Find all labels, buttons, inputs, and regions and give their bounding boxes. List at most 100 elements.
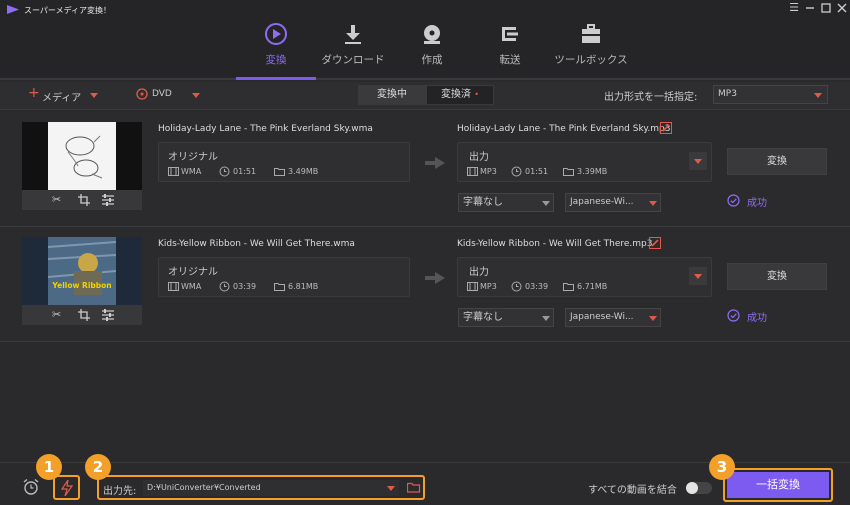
- add-media-label: メディア: [42, 93, 82, 104]
- tab-transfer[interactable]: 転送: [470, 22, 550, 72]
- subtitle-value: 字幕なし: [463, 197, 503, 208]
- chevron-down-icon: [694, 159, 702, 164]
- folder-icon: [274, 168, 285, 176]
- arrow-right-icon: [425, 272, 445, 284]
- target-format-dropdown[interactable]: [689, 267, 707, 285]
- target-size: 6.71MB: [577, 282, 608, 291]
- source-size: 3.49MB: [288, 167, 319, 176]
- original-label: オリジナル: [168, 267, 218, 278]
- tab-download-label: ダウンロード: [321, 54, 385, 66]
- toggle-knob: [686, 482, 698, 494]
- edit-icon[interactable]: [660, 122, 672, 134]
- convert-all-button[interactable]: 一括変換: [727, 472, 829, 498]
- sketch-image: [48, 122, 116, 190]
- chevron-down-icon: [694, 274, 702, 279]
- target-duration: 01:51: [525, 167, 549, 176]
- check-circle-icon: [727, 309, 740, 322]
- source-duration: 03:39: [233, 282, 257, 291]
- high-speed-button[interactable]: [53, 475, 80, 500]
- check-circle-icon: [727, 194, 740, 207]
- crop-icon[interactable]: [78, 194, 90, 206]
- open-folder-icon[interactable]: [407, 482, 421, 493]
- source-format: WMA: [181, 167, 202, 176]
- tab-create[interactable]: 作成: [392, 22, 472, 72]
- subtitle-select-2[interactable]: 字幕なし: [458, 308, 554, 327]
- output-path-label: 出力先:: [103, 486, 137, 497]
- audio-track-value: Japanese-Wi...: [570, 312, 634, 322]
- status-success-2: 成功: [747, 313, 767, 324]
- thumbnail-toolbar-1: ✂: [22, 190, 142, 210]
- output-format-value: MP3: [718, 89, 737, 99]
- audio-track-value: Japanese-Wi...: [570, 197, 634, 207]
- output-path-select[interactable]: D:¥UniConverter¥Converted: [143, 480, 399, 496]
- download-icon: [341, 22, 365, 46]
- original-label: オリジナル: [168, 152, 218, 163]
- convert-button-1[interactable]: 変換: [727, 148, 827, 175]
- add-media-button[interactable]: + メディア: [28, 85, 100, 104]
- audio-track-select-1[interactable]: Japanese-Wi...: [565, 193, 661, 212]
- subtitle-value: 字幕なし: [463, 312, 503, 323]
- target-size: 3.39MB: [577, 167, 608, 176]
- thumbnail-toolbar-2: ✂: [22, 305, 142, 325]
- target-filename-1: Holiday-Lady Lane - The Pink Everland Sk…: [457, 124, 671, 134]
- output-label: 出力: [469, 267, 489, 278]
- tab-create-label: 作成: [421, 54, 443, 66]
- lightning-icon: [61, 480, 73, 496]
- status-success-1: 成功: [747, 198, 767, 209]
- target-format-dropdown[interactable]: [689, 152, 707, 170]
- tab-converting[interactable]: 変換中: [358, 85, 426, 105]
- app-title: スーパーメディア変換！: [24, 6, 112, 15]
- folder-icon: [563, 283, 574, 291]
- subtitle-select-1[interactable]: 字幕なし: [458, 193, 554, 212]
- dvd-label: DVD: [152, 89, 172, 99]
- dvd-disc-icon: [136, 88, 148, 100]
- convert-button-2[interactable]: 変換: [727, 263, 827, 290]
- output-format-select[interactable]: MP3: [713, 85, 828, 104]
- merge-videos-toggle[interactable]: [686, 482, 712, 494]
- target-duration: 03:39: [525, 282, 549, 291]
- source-duration: 01:51: [233, 167, 257, 176]
- play-circle-icon: [264, 22, 288, 46]
- film-icon: [168, 282, 179, 291]
- audio-track-select-2[interactable]: Japanese-Wi...: [565, 308, 661, 327]
- folder-icon: [563, 168, 574, 176]
- tab-converted-label: 変換済: [441, 89, 472, 100]
- thumbnail-2: Yellow Ribbon: [22, 237, 142, 305]
- effects-icon[interactable]: [102, 309, 114, 321]
- dvd-button[interactable]: DVD: [136, 87, 204, 103]
- target-info-2[interactable]: 出力 MP3 03:39 6.71MB: [457, 257, 712, 297]
- add-media-dropdown-icon: [90, 93, 98, 98]
- close-button[interactable]: [835, 1, 849, 15]
- transfer-icon: [498, 22, 522, 46]
- callout-badge-2: 2: [85, 454, 111, 480]
- crop-icon[interactable]: [78, 309, 90, 321]
- source-info-2[interactable]: オリジナル WMA 03:39 6.81MB: [158, 257, 410, 297]
- active-tab-indicator: [236, 77, 316, 80]
- tab-toolbox[interactable]: ツールボックス: [551, 22, 631, 72]
- plus-icon: +: [28, 85, 40, 101]
- clock-icon: [511, 166, 522, 177]
- alarm-clock-icon[interactable]: [22, 478, 40, 496]
- merge-videos-label: すべての動画を結合: [588, 485, 677, 496]
- chevron-down-icon: [542, 201, 550, 206]
- menu-icon[interactable]: ☰: [787, 1, 801, 15]
- edit-icon[interactable]: [649, 237, 661, 249]
- trim-icon[interactable]: ✂: [52, 308, 61, 321]
- trim-icon[interactable]: ✂: [52, 193, 61, 206]
- tab-converted[interactable]: 変換済 •: [426, 85, 494, 105]
- source-info-1[interactable]: オリジナル WMA 01:51 3.49MB: [158, 142, 410, 182]
- arrow-right-icon: [425, 157, 445, 169]
- maximize-button[interactable]: [819, 1, 833, 15]
- thumbnail-1: [22, 122, 142, 190]
- notification-dot: •: [474, 90, 479, 99]
- tab-download[interactable]: ダウンロード: [313, 22, 393, 72]
- minimize-button[interactable]: [803, 1, 817, 15]
- target-info-1[interactable]: 出力 MP3 01:51 3.39MB: [457, 142, 712, 182]
- video-frame: [48, 237, 116, 305]
- effects-icon[interactable]: [102, 194, 114, 206]
- tab-convert[interactable]: 変換: [236, 22, 316, 72]
- callout-badge-3: 3: [709, 454, 735, 480]
- output-label: 出力: [469, 152, 489, 163]
- chevron-down-icon: [387, 486, 395, 491]
- chevron-down-icon: [814, 93, 822, 98]
